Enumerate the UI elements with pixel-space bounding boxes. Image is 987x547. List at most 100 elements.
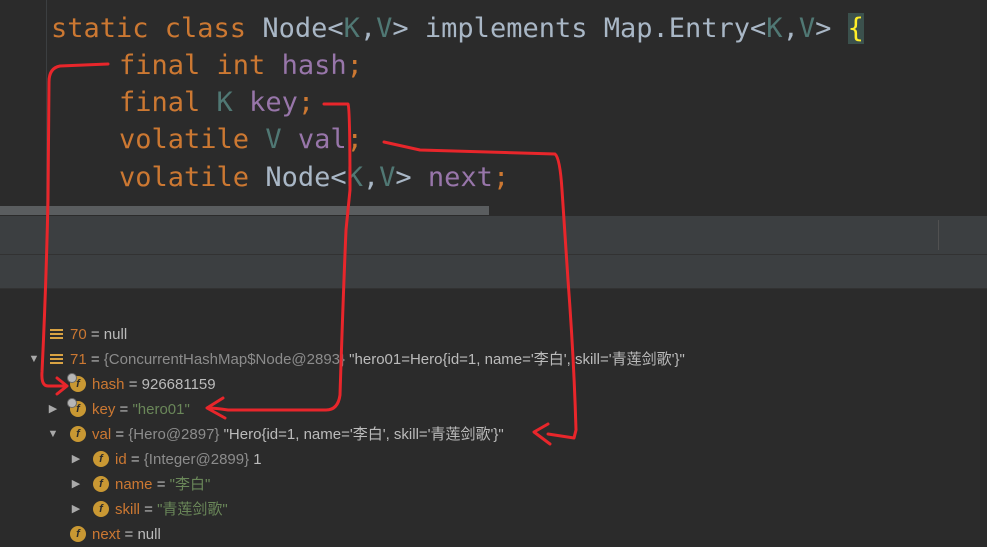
equals: = — [124, 376, 142, 393]
row-text: next = null — [92, 522, 161, 547]
tree-row-hash[interactable]: f hash = 926681159 — [0, 372, 987, 397]
horizontal-scrollbar[interactable] — [0, 206, 489, 215]
var-value: "Hero{id=1, name='李白', skill='青莲剑歌'}" — [219, 426, 504, 443]
class-node: Node< — [265, 162, 347, 193]
kw-volatile: volatile — [119, 162, 266, 193]
chevron-right-icon[interactable]: ▶ — [70, 447, 82, 472]
type-param-k: K — [343, 13, 360, 44]
tree-row-name[interactable]: ▶ f name = "李白" — [0, 472, 987, 497]
code-line-next[interactable]: volatile Node<K,V> next; — [119, 159, 509, 196]
field-icon: f — [93, 476, 109, 492]
gt: > — [395, 162, 428, 193]
object-ref: {Hero@2897} — [128, 426, 220, 443]
code-line-key[interactable]: final K key; — [119, 84, 314, 121]
tree-row-id[interactable]: ▶ f id = {Integer@2899} 1 — [0, 447, 987, 472]
type-k: K — [216, 87, 250, 118]
row-text: val = {Hero@2897} "Hero{id=1, name='李白',… — [92, 422, 504, 447]
field-next: next — [427, 162, 493, 193]
var-value: null — [103, 326, 128, 343]
type-param-k2: K — [766, 13, 783, 44]
gt: > — [815, 13, 848, 44]
kw-final-int: final int — [119, 50, 282, 81]
row-text: skill = "青莲剑歌" — [115, 497, 228, 522]
var-name: hash — [92, 376, 125, 393]
implements-text: > implements — [392, 13, 604, 44]
equals: = — [152, 476, 170, 493]
semicolon: ; — [346, 50, 363, 81]
semicolon: ; — [492, 162, 510, 193]
field-val: val — [297, 124, 347, 155]
field-icon: f — [70, 526, 86, 542]
var-value: null — [137, 526, 161, 543]
tree-row-key[interactable]: ▶ f key = "hero01" — [0, 397, 987, 422]
var-value: "hero01" — [132, 401, 190, 418]
equals: = — [126, 451, 144, 468]
chevron-down-icon[interactable]: ▼ — [28, 347, 40, 372]
type-param-v: V — [376, 13, 393, 44]
final-pin-icon — [67, 373, 77, 383]
field-icon: f — [67, 398, 86, 417]
var-name: val — [92, 426, 112, 443]
var-value: "hero01=Hero{id=1, name='李白', skill='青莲剑… — [345, 351, 685, 368]
type-param-v2: V — [798, 13, 816, 44]
field-icon: f — [93, 501, 109, 517]
code-line-class-declaration[interactable]: static class Node<K,V> implements Map.En… — [51, 10, 864, 47]
code-line-val[interactable]: volatile V val; — [119, 121, 363, 158]
var-name: next — [92, 526, 121, 543]
semicolon: ; — [346, 124, 363, 155]
gutter-edge — [46, 0, 47, 216]
chevron-right-icon[interactable]: ▶ — [70, 472, 82, 497]
variables-tree: 70 = null ▼ 71 = {ConcurrentHashMap$Node… — [0, 321, 987, 546]
object-ref: {ConcurrentHashMap$Node@2893} — [103, 351, 346, 368]
tree-row-next[interactable]: f next = null — [0, 522, 987, 547]
array-icon — [50, 354, 63, 366]
field-icon: f — [70, 426, 86, 442]
debug-panel-header — [0, 216, 987, 255]
map-entry: Map.Entry< — [603, 13, 767, 44]
chevron-right-icon[interactable]: ▶ — [70, 497, 82, 522]
var-value: 1 — [249, 451, 262, 468]
equals: = — [140, 501, 158, 518]
row-text: key = "hero01" — [92, 397, 190, 422]
var-name: key — [92, 401, 116, 418]
equals: = — [111, 426, 129, 443]
type-param-k: K — [346, 162, 363, 193]
var-name: skill — [115, 501, 140, 518]
code-editor[interactable]: static class Node<K,V> implements Map.En… — [0, 0, 987, 216]
field-icon: f — [67, 373, 86, 392]
tree-row-skill[interactable]: ▶ f skill = "青莲剑歌" — [0, 497, 987, 522]
var-name: id — [115, 451, 127, 468]
chevron-down-icon[interactable]: ▼ — [47, 422, 59, 447]
code-line-hash[interactable]: final int hash; — [119, 47, 363, 84]
tree-row-71[interactable]: ▼ 71 = {ConcurrentHashMap$Node@2893} "he… — [0, 347, 987, 372]
tree-row-70[interactable]: 70 = null — [0, 322, 987, 347]
var-name: 70 — [70, 326, 87, 343]
row-text: id = {Integer@2899} 1 — [115, 447, 262, 472]
kw-final: final — [119, 87, 217, 118]
tree-row-val[interactable]: ▼ f val = {Hero@2897} "Hero{id=1, name='… — [0, 422, 987, 447]
kw-static-class: static class — [51, 13, 263, 44]
row-text: name = "李白" — [115, 472, 210, 497]
equals: = — [86, 326, 104, 343]
field-icon: f — [93, 451, 109, 467]
object-ref: {Integer@2899} — [143, 451, 250, 468]
comma: , — [359, 13, 377, 44]
row-text: hash = 926681159 — [92, 372, 216, 397]
row-text: 70 = null — [70, 322, 127, 347]
var-name: name — [115, 476, 153, 493]
chevron-right-icon[interactable]: ▶ — [47, 397, 59, 422]
field-key: key — [249, 87, 298, 118]
equals: = — [115, 401, 133, 418]
debug-header-divider — [938, 220, 939, 250]
var-value: 926681159 — [141, 376, 216, 393]
type-v: V — [265, 124, 298, 155]
var-value: "青莲剑歌" — [157, 501, 228, 518]
type-param-v: V — [379, 162, 396, 193]
kw-volatile: volatile — [119, 124, 266, 155]
semicolon: ; — [297, 87, 315, 118]
array-icon — [50, 329, 63, 341]
var-name: 71 — [70, 351, 87, 368]
comma2: , — [782, 13, 799, 44]
debug-toolbar — [0, 255, 987, 289]
equals: = — [120, 526, 138, 543]
